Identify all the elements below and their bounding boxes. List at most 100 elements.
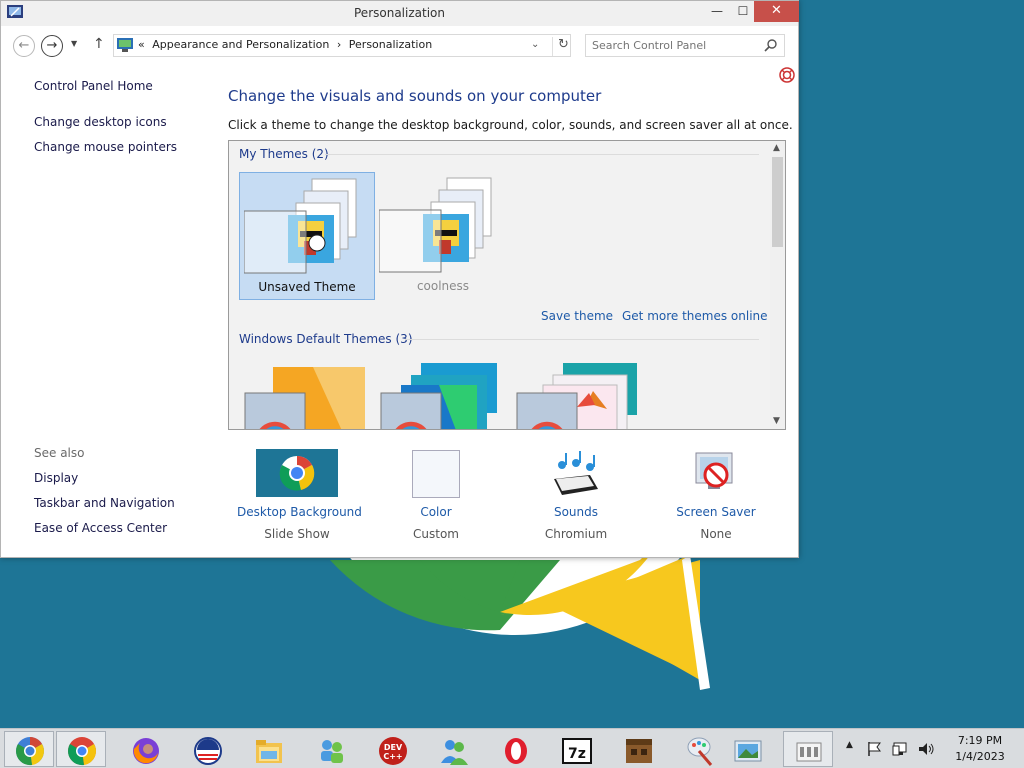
ease-of-access-link[interactable]: Ease of Access Center: [34, 521, 167, 535]
forward-button[interactable]: →: [41, 35, 63, 57]
photo-viewer-icon: [734, 740, 762, 762]
default-themes-heading[interactable]: Windows Default Themes (3): [239, 332, 413, 346]
theme-coolness[interactable]: coolness: [375, 172, 511, 300]
address-bar[interactable]: « Appearance and Personalization › Perso…: [113, 34, 571, 57]
taskbar-messenger[interactable]: [305, 731, 355, 767]
theme-name: coolness: [416, 279, 470, 293]
firefox-icon: [133, 738, 159, 764]
taskbar-opera[interactable]: [490, 731, 540, 767]
sounds-icon: [554, 451, 598, 495]
scroll-thumb[interactable]: [772, 157, 783, 247]
taskbar-minecraft[interactable]: [613, 731, 663, 767]
page-description: Click a theme to change the desktop back…: [228, 118, 793, 132]
svg-text:C++: C++: [383, 752, 402, 761]
tile-label[interactable]: Color: [376, 505, 496, 519]
tile-label[interactable]: Sounds: [516, 505, 636, 519]
taskbar-obama[interactable]: [182, 731, 232, 767]
group-divider: [325, 154, 759, 155]
back-button[interactable]: ←: [13, 35, 35, 57]
group-divider: [405, 339, 759, 340]
clock-time: 7:19 PM: [957, 734, 1003, 747]
up-button[interactable]: ↑: [93, 36, 105, 52]
tile-label[interactable]: Screen Saver: [656, 505, 776, 519]
address-row: ← → ▼ ↑ « Appearance and Personalization…: [1, 26, 798, 66]
refresh-button[interactable]: ↻: [552, 37, 569, 56]
maximize-button[interactable]: ☐: [729, 1, 757, 22]
window-title: Personalization: [354, 6, 445, 20]
obama-logo-icon: [194, 737, 222, 765]
my-themes-heading[interactable]: My Themes (2): [239, 147, 329, 161]
tile-value: Custom: [413, 527, 459, 541]
7zip-icon: 7z: [562, 738, 592, 764]
taskbar-paint[interactable]: [675, 731, 725, 767]
svg-text:DEV: DEV: [384, 743, 403, 752]
theme-name: Unsaved Theme: [258, 280, 356, 294]
clock[interactable]: 7:19 PM 1/4/2023: [940, 733, 1020, 765]
address-dropdown[interactable]: ⌄: [531, 39, 539, 50]
tile-value: Slide Show: [264, 527, 330, 541]
see-also-heading: See also: [34, 446, 85, 460]
taskbar-photo-viewer[interactable]: [722, 731, 772, 767]
change-desktop-icons-link[interactable]: Change desktop icons: [34, 115, 167, 129]
search-box: [585, 34, 785, 57]
svg-text:7z: 7z: [568, 746, 586, 762]
breadcrumb-separator[interactable]: ›: [337, 38, 341, 51]
personalization-window: Personalization — ☐ ✕ ← → ▼ ↑ « Appearan…: [0, 0, 799, 558]
action-center-flag-icon[interactable]: [866, 741, 882, 768]
tray-expand-button[interactable]: ▲: [846, 740, 853, 768]
dev-cpp-icon: DEV C++: [379, 737, 407, 765]
control-panel-home-link[interactable]: Control Panel Home: [34, 79, 153, 93]
clock-date: 1/4/2023: [955, 750, 1005, 763]
search-icon[interactable]: [764, 38, 778, 52]
msn-messenger-icon: [441, 740, 468, 765]
desktop-background-preview: [256, 449, 338, 497]
opera-icon: [505, 738, 527, 764]
taskbar-firefox[interactable]: [120, 731, 170, 767]
breadcrumb: « Appearance and Personalization › Perso…: [138, 38, 436, 51]
messenger-icon: [321, 740, 343, 763]
minimize-button[interactable]: —: [703, 1, 731, 22]
recent-locations-dropdown[interactable]: ▼: [71, 39, 77, 48]
scroll-down-button[interactable]: ▼: [773, 416, 780, 426]
theme-list[interactable]: My Themes (2) Unsaved Theme coolness Sav…: [228, 140, 786, 430]
taskbar-control-panel[interactable]: [783, 731, 833, 767]
help-icon[interactable]: [779, 67, 795, 83]
control-panel-icon: [117, 38, 133, 52]
file-explorer-icon: [256, 740, 282, 763]
breadcrumb-appearance[interactable]: Appearance and Personalization: [152, 38, 329, 51]
theme-lines-and-colors[interactable]: [379, 363, 507, 430]
taskbar-chromium[interactable]: [4, 731, 54, 767]
title-bar[interactable]: Personalization — ☐ ✕: [1, 1, 799, 26]
save-theme-link[interactable]: Save theme: [541, 309, 613, 323]
taskbar-navigation-link[interactable]: Taskbar and Navigation: [34, 496, 175, 510]
taskbar-chrome[interactable]: [56, 731, 106, 767]
tile-value: Chromium: [544, 527, 608, 541]
theme-list-scrollbar[interactable]: ▲ ▼: [770, 141, 785, 429]
theme-windows[interactable]: [243, 363, 371, 430]
close-button[interactable]: ✕: [754, 1, 799, 22]
taskbar-file-explorer[interactable]: [243, 731, 293, 767]
tile-label[interactable]: Desktop Background: [237, 505, 362, 519]
taskbar-msn-messenger[interactable]: [428, 731, 478, 767]
taskbar-7zip[interactable]: 7z: [551, 731, 601, 767]
get-more-themes-link[interactable]: Get more themes online: [622, 309, 768, 323]
breadcrumb-overflow[interactable]: «: [138, 38, 145, 51]
scroll-up-button[interactable]: ▲: [773, 143, 780, 153]
taskbar: DEV C++ 7z ▲ 7:19 PM 1/4/2023: [0, 728, 1024, 768]
control-panel-icon: [796, 742, 822, 762]
paint-icon: [687, 737, 713, 766]
chromium-icon: [16, 737, 44, 766]
search-input[interactable]: [586, 35, 756, 56]
volume-icon[interactable]: [917, 741, 935, 768]
page-title: Change the visuals and sounds on your co…: [228, 87, 602, 105]
chrome-icon: [68, 737, 96, 766]
display-link[interactable]: Display: [34, 471, 78, 485]
theme-flowers[interactable]: [515, 363, 643, 430]
network-icon[interactable]: [892, 741, 910, 768]
screen-saver-icon: [695, 452, 733, 489]
breadcrumb-personalization[interactable]: Personalization: [349, 38, 432, 51]
theme-unsaved[interactable]: Unsaved Theme: [239, 172, 375, 300]
taskbar-dev-cpp[interactable]: DEV C++: [367, 731, 417, 767]
change-mouse-pointers-link[interactable]: Change mouse pointers: [34, 140, 177, 154]
coolness-theme-preview: [379, 177, 492, 273]
